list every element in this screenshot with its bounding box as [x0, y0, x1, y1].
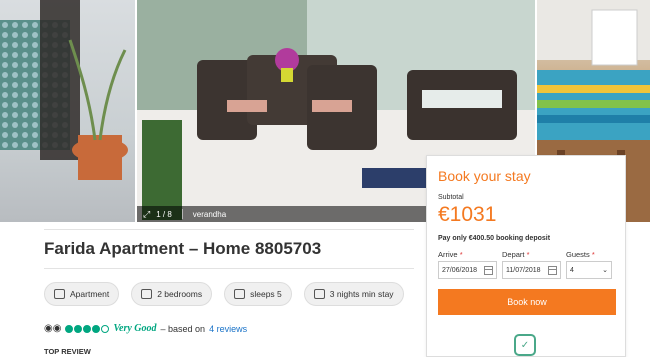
calendar-icon	[484, 265, 493, 275]
depart-label: Depart *	[502, 250, 530, 259]
feature-apartment: Apartment	[44, 282, 120, 306]
arrive-field: Arrive * 27/06/2018	[438, 250, 497, 279]
feature-label: 2 bedrooms	[157, 289, 203, 299]
top-review-heading: TOP REVIEW	[44, 347, 91, 356]
depart-field: Depart * 11/07/2018	[502, 250, 561, 279]
price: €1031	[438, 203, 497, 226]
rating-text: Very Good	[113, 323, 157, 334]
divider	[44, 268, 414, 269]
rating-summary: ◉◉ Very Good – based on 4 reviews	[44, 323, 247, 334]
feature-pills: Apartment 2 bedrooms sleeps 5 3 nights m…	[44, 282, 404, 306]
feature-label: Apartment	[70, 289, 110, 299]
booking-panel: Book your stay Subtotal €1031 Pay only €…	[426, 155, 626, 357]
arrive-date-value: 27/06/2018	[442, 266, 478, 274]
rating-dot-filled	[74, 324, 83, 333]
shield-check-icon: ✓	[514, 334, 536, 356]
photo-counter: 1 / 8	[156, 209, 172, 219]
booking-fields: Arrive * 27/06/2018 Depart * 11/07/2018 …	[438, 250, 614, 279]
guests-field: Guests * 4 ⌄	[566, 250, 612, 279]
people-icon	[234, 289, 246, 299]
depart-date-input[interactable]: 11/07/2018	[502, 261, 561, 279]
chevron-down-icon: ⌄	[602, 267, 608, 274]
feature-min-stay: 3 nights min stay	[303, 282, 404, 306]
photo-caption: verandha	[192, 209, 227, 219]
rating-dot-filled	[65, 324, 74, 333]
house-icon	[54, 289, 65, 299]
deposit-note: Pay only €400.50 booking deposit	[438, 235, 551, 242]
gallery-photo-left[interactable]	[0, 0, 135, 222]
guests-label: Guests *	[566, 250, 595, 259]
arrive-label: Arrive *	[438, 250, 463, 259]
feature-label: sleeps 5	[250, 289, 282, 299]
rating-dot-filled	[83, 324, 92, 333]
feature-bedrooms: 2 bedrooms	[131, 282, 213, 306]
listing-title: Farida Apartment – Home 8805703	[44, 239, 322, 258]
rating-dot-empty	[101, 324, 110, 333]
bed-icon	[141, 289, 153, 299]
feature-sleeps: sleeps 5	[224, 282, 292, 306]
depart-date-value: 11/07/2018	[506, 266, 541, 274]
divider	[181, 209, 183, 219]
guests-select[interactable]: 4 ⌄	[566, 261, 612, 279]
calendar-icon	[313, 289, 325, 299]
booking-heading: Book your stay	[438, 168, 531, 184]
guests-value: 4	[570, 266, 574, 274]
book-now-button[interactable]: Book now	[438, 289, 616, 315]
based-on-text: – based on	[160, 323, 206, 334]
reviews-link[interactable]: 4 reviews	[209, 324, 247, 334]
calendar-icon	[548, 265, 557, 275]
rating-dots	[65, 324, 110, 333]
expand-icon[interactable]: ⤢	[143, 209, 150, 220]
feature-label: 3 nights min stay	[329, 289, 394, 299]
arrive-date-input[interactable]: 27/06/2018	[438, 261, 497, 279]
rating-dot-filled	[92, 324, 101, 333]
divider	[44, 229, 414, 230]
subtotal-label: Subtotal	[438, 194, 464, 201]
tripadvisor-owl-icon: ◉◉	[44, 323, 62, 334]
